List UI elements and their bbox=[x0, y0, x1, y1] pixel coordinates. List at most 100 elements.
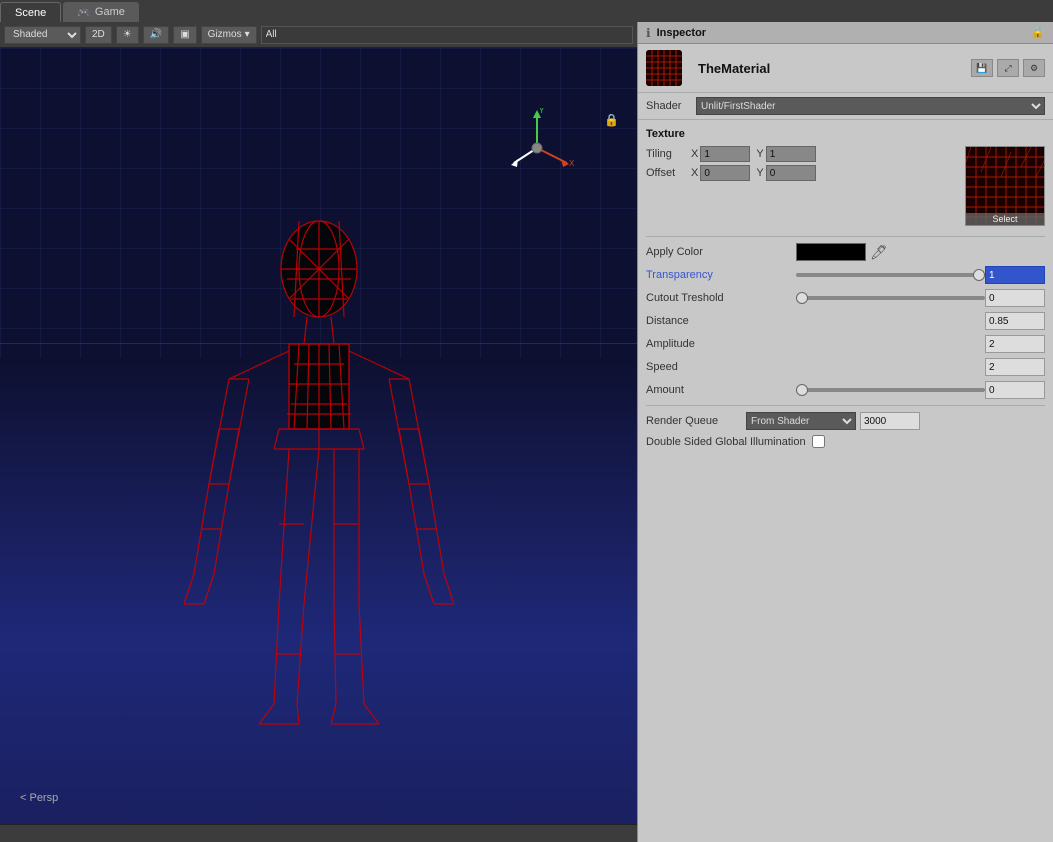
scene-viewport: Y X 🔒 < Persp bbox=[0, 48, 637, 824]
svg-text:Y: Y bbox=[539, 108, 545, 115]
2d-label: 2D bbox=[92, 29, 105, 40]
offset-x-input[interactable] bbox=[700, 165, 750, 181]
amount-input[interactable] bbox=[985, 381, 1045, 399]
inspector-lock-button[interactable]: 🔒 bbox=[1031, 26, 1045, 39]
inspector-action-buttons: 💾 ⤢ ⚙ bbox=[971, 59, 1045, 77]
save-button[interactable]: 💾 bbox=[971, 59, 993, 77]
main-layout: Shaded Wireframe 2D ☀ 🔊 ▣ Gizmos ▾ bbox=[0, 22, 1053, 842]
inspector-body: Texture Tiling X Y Offset X bbox=[638, 120, 1053, 842]
offset-row: Offset X Y bbox=[646, 165, 957, 181]
eyedropper-button[interactable]: 🖊 bbox=[870, 244, 888, 261]
cutout-slider-container bbox=[796, 296, 985, 300]
tab-bar: Scene 🎮 Game bbox=[0, 0, 1053, 22]
transparency-label: Transparency bbox=[646, 269, 796, 281]
double-sided-row: Double Sided Global Illumination bbox=[646, 435, 1045, 448]
inspector-title: Inspector bbox=[657, 27, 707, 39]
perspective-label: < Persp bbox=[20, 792, 58, 804]
cutout-slider[interactable] bbox=[796, 296, 985, 300]
character-wireframe bbox=[179, 214, 459, 764]
inspector-panel: ℹ Inspector 🔒 bbox=[637, 22, 1053, 842]
amount-row: Amount bbox=[646, 381, 1045, 399]
amount-label: Amount bbox=[646, 384, 796, 396]
shader-row: Shader Unlit/FirstShader Standard bbox=[638, 93, 1053, 120]
expand-button[interactable]: ⤢ bbox=[997, 59, 1019, 77]
apply-color-label: Apply Color bbox=[646, 246, 796, 258]
shader-label: Shader bbox=[646, 100, 696, 112]
transparency-slider-container bbox=[796, 273, 985, 277]
scene-toolbar: Shaded Wireframe 2D ☀ 🔊 ▣ Gizmos ▾ bbox=[0, 22, 637, 48]
shading-mode-select[interactable]: Shaded Wireframe bbox=[4, 26, 81, 44]
tab-scene[interactable]: Scene bbox=[0, 2, 61, 22]
svg-text:X: X bbox=[569, 159, 575, 168]
amplitude-row: Amplitude bbox=[646, 335, 1045, 353]
offset-y-label: Y bbox=[756, 167, 763, 179]
info-icon: ℹ bbox=[646, 26, 651, 40]
color-swatch[interactable] bbox=[796, 243, 866, 261]
amplitude-input[interactable] bbox=[985, 335, 1045, 353]
cutout-label: Cutout Treshold bbox=[646, 292, 796, 304]
image-icon: ▣ bbox=[180, 29, 189, 40]
render-queue-select[interactable]: From Shader Background Geometry AlphaTes… bbox=[746, 412, 856, 430]
transparency-slider[interactable] bbox=[796, 273, 985, 277]
material-name: TheMaterial bbox=[698, 61, 770, 76]
audio-button[interactable]: 🔊 bbox=[143, 26, 169, 44]
gizmo-widget: Y X bbox=[497, 108, 577, 198]
distance-row: Distance bbox=[646, 312, 1045, 330]
double-sided-checkbox[interactable] bbox=[812, 435, 825, 448]
texture-thumbnail: Select bbox=[965, 146, 1045, 226]
double-sided-label: Double Sided Global Illumination bbox=[646, 436, 806, 448]
tiling-label: Tiling bbox=[646, 148, 691, 160]
viewport-lock-icon: 🔒 bbox=[604, 113, 619, 127]
game-tab-label: Game bbox=[95, 6, 125, 18]
distance-label: Distance bbox=[646, 315, 796, 327]
transparency-row: Transparency bbox=[646, 266, 1045, 284]
transparency-input[interactable] bbox=[985, 266, 1045, 284]
amplitude-label: Amplitude bbox=[646, 338, 796, 350]
amount-slider[interactable] bbox=[796, 388, 985, 392]
image-button[interactable]: ▣ bbox=[173, 26, 196, 44]
render-queue-label: Render Queue bbox=[646, 415, 746, 427]
speed-label: Speed bbox=[646, 361, 796, 373]
amount-slider-container bbox=[796, 388, 985, 392]
material-icon bbox=[646, 50, 682, 86]
material-title-bar: TheMaterial 💾 ⤢ ⚙ bbox=[638, 44, 1053, 93]
cutout-input[interactable] bbox=[985, 289, 1045, 307]
sun-button[interactable]: ☀ bbox=[116, 26, 139, 44]
scene-panel: Shaded Wireframe 2D ☀ 🔊 ▣ Gizmos ▾ bbox=[0, 22, 637, 842]
divider-1 bbox=[646, 236, 1045, 237]
texture-section: Tiling X Y Offset X Y bbox=[646, 146, 1045, 226]
speed-input[interactable] bbox=[985, 358, 1045, 376]
render-queue-value-input[interactable] bbox=[860, 412, 920, 430]
offset-x-label: X bbox=[691, 167, 698, 179]
shader-select[interactable]: Unlit/FirstShader Standard bbox=[696, 97, 1045, 115]
tiling-y-label: Y bbox=[756, 148, 763, 160]
inspector-tab: ℹ Inspector 🔒 bbox=[638, 22, 1053, 44]
render-queue-row: Render Queue From Shader Background Geom… bbox=[646, 412, 1045, 430]
tiling-x-input[interactable] bbox=[700, 146, 750, 162]
audio-icon: 🔊 bbox=[150, 29, 162, 40]
cutout-row: Cutout Treshold bbox=[646, 289, 1045, 307]
tab-game[interactable]: 🎮 Game bbox=[63, 2, 139, 22]
settings-button[interactable]: ⚙ bbox=[1023, 59, 1045, 77]
tiling-y-input[interactable] bbox=[766, 146, 816, 162]
sun-icon: ☀ bbox=[123, 29, 132, 40]
divider-2 bbox=[646, 405, 1045, 406]
tiling-row: Tiling X Y bbox=[646, 146, 957, 162]
2d-button[interactable]: 2D bbox=[85, 26, 112, 44]
tiling-x-label: X bbox=[691, 148, 698, 160]
texture-select-button[interactable]: Select bbox=[966, 213, 1044, 225]
speed-row: Speed bbox=[646, 358, 1045, 376]
gizmos-button[interactable]: Gizmos ▾ bbox=[201, 26, 257, 44]
scene-bottom-bar bbox=[0, 824, 637, 842]
apply-color-row: Apply Color 🖊 bbox=[646, 243, 1045, 261]
offset-y-input[interactable] bbox=[766, 165, 816, 181]
search-input[interactable] bbox=[261, 26, 633, 44]
distance-input[interactable] bbox=[985, 312, 1045, 330]
texture-fields: Tiling X Y Offset X Y bbox=[646, 146, 957, 226]
scene-tab-label: Scene bbox=[15, 7, 46, 19]
texture-section-title: Texture bbox=[646, 128, 1045, 140]
offset-label: Offset bbox=[646, 167, 691, 179]
gizmos-label: Gizmos bbox=[208, 29, 242, 40]
game-icon: 🎮 bbox=[77, 6, 91, 19]
chevron-down-icon: ▾ bbox=[245, 29, 250, 40]
